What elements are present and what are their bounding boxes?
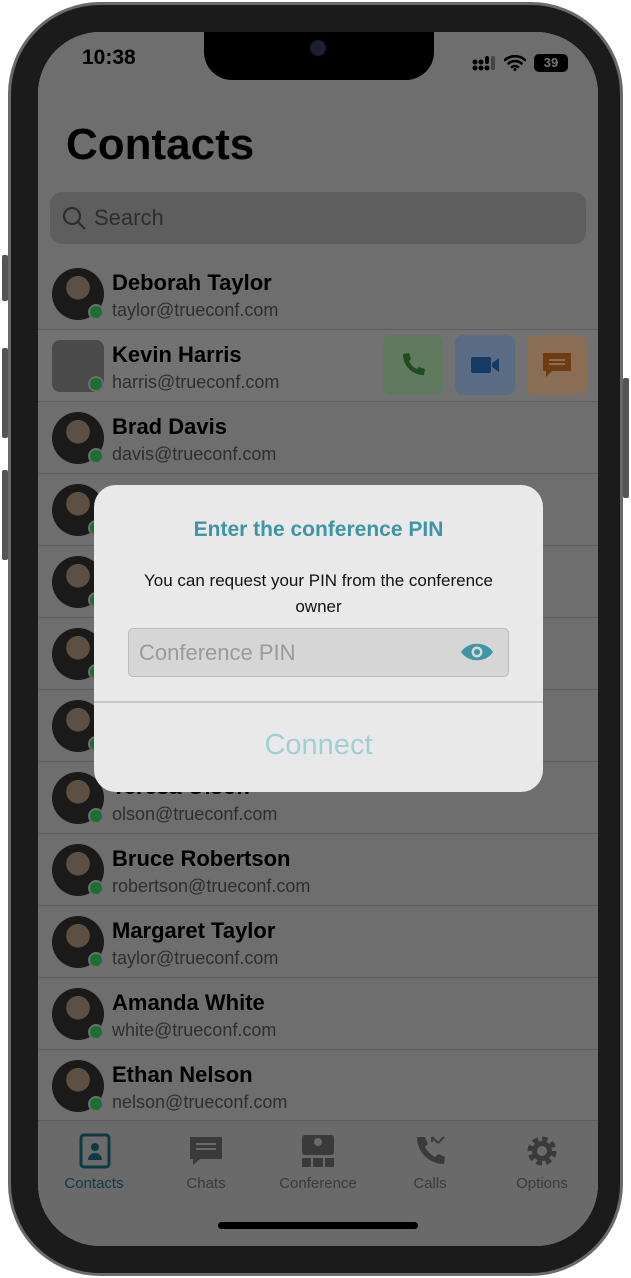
online-status-dot	[88, 304, 104, 320]
volume-down-button	[2, 470, 8, 560]
contact-row[interactable]: Bruce Robertson robertson@trueconf.com	[38, 834, 598, 906]
contact-row[interactable]: Ethan Nelson nelson@trueconf.com	[38, 1050, 598, 1122]
contact-row[interactable]: Deborah Taylor taylor@trueconf.com	[38, 258, 598, 330]
contact-name: Deborah Taylor	[112, 270, 272, 295]
search-input[interactable]: Search	[50, 192, 586, 244]
notch	[204, 32, 434, 80]
search-icon	[62, 206, 86, 230]
contact-email: taylor@trueconf.com	[112, 300, 279, 320]
chat-icon	[543, 353, 571, 377]
online-status-dot	[88, 1024, 104, 1040]
calls-icon	[417, 1136, 445, 1164]
tab-conference[interactable]: Conference	[262, 1133, 374, 1192]
chat-button[interactable]	[527, 335, 587, 395]
contact-row[interactable]: Amanda White white@trueconf.com	[38, 978, 598, 1050]
battery-indicator: 39	[534, 54, 568, 72]
contact-name: Kevin Harris	[112, 342, 242, 367]
contact-row[interactable]: Margaret Taylor taylor@trueconf.com	[38, 906, 598, 978]
contact-email: harris@trueconf.com	[112, 372, 280, 392]
online-status-dot	[88, 448, 104, 464]
phone-icon	[403, 353, 425, 375]
contact-row[interactable]: Brad Davis davis@trueconf.com	[38, 402, 598, 474]
contact-name: Brad Davis	[112, 414, 227, 439]
contact-name: Margaret Taylor	[112, 918, 276, 943]
home-indicator[interactable]	[218, 1222, 418, 1229]
conference-pin-input[interactable]: Conference PIN	[128, 628, 509, 677]
mute-switch	[2, 255, 8, 301]
contact-email: olson@trueconf.com	[112, 804, 278, 824]
screen: 10:38 39 Contacts Search Deborah Taylor t…	[38, 32, 598, 1246]
show-password-eye-icon[interactable]	[460, 641, 494, 663]
connect-button[interactable]: Connect	[94, 703, 543, 792]
gear-icon	[527, 1136, 557, 1166]
contact-name: Amanda White	[112, 990, 265, 1015]
video-camera-icon	[471, 357, 499, 373]
search-placeholder: Search	[94, 205, 164, 230]
online-status-dot	[88, 1096, 104, 1112]
dialog-message: You can request your PIN from the confer…	[143, 571, 493, 616]
contact-row[interactable]: Kevin Harris harris@trueconf.com	[38, 330, 598, 402]
signal-icon	[472, 56, 495, 71]
dialog-title: Enter the conference PIN	[193, 518, 444, 541]
tab-chats[interactable]: Chats	[150, 1133, 262, 1192]
conference-pin-dialog: Enter the conference PIN You can request…	[94, 485, 543, 792]
video-call-button[interactable]	[455, 335, 515, 395]
online-status-dot	[88, 880, 104, 896]
page-title: Contacts	[66, 120, 255, 169]
online-status-dot	[88, 376, 104, 392]
contact-email: taylor@trueconf.com	[112, 948, 279, 968]
tab-options[interactable]: Options	[486, 1133, 598, 1192]
tab-calls[interactable]: Calls	[374, 1133, 486, 1192]
status-time: 10:38	[82, 46, 136, 69]
call-button[interactable]	[383, 335, 443, 395]
contact-email: robertson@trueconf.com	[112, 876, 311, 896]
contact-email: nelson@trueconf.com	[112, 1092, 288, 1112]
pin-placeholder: Conference PIN	[139, 640, 296, 665]
online-status-dot	[88, 808, 104, 824]
contact-email: davis@trueconf.com	[112, 444, 277, 464]
online-status-dot	[88, 952, 104, 968]
chats-icon	[190, 1137, 222, 1165]
status-icons: 39	[472, 54, 568, 72]
wifi-icon	[504, 55, 526, 71]
power-button	[623, 378, 629, 498]
contact-name: Bruce Robertson	[112, 846, 291, 871]
conference-icon	[302, 1135, 334, 1167]
tab-contacts[interactable]: Contacts	[38, 1133, 150, 1192]
contact-name: Ethan Nelson	[112, 1062, 253, 1087]
contacts-icon	[79, 1133, 111, 1169]
volume-up-button	[2, 348, 8, 438]
contact-email: white@trueconf.com	[112, 1020, 277, 1040]
